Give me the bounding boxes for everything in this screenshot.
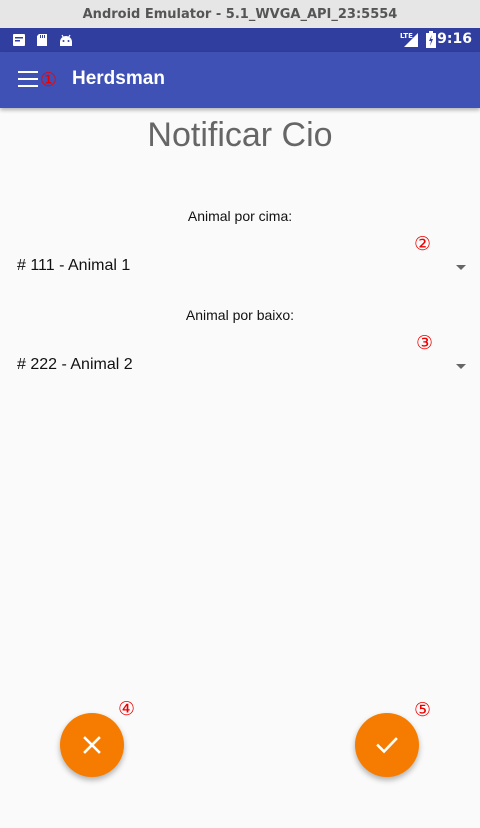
bottom-animal-selected: # 222 - Animal 2 [17, 356, 133, 373]
menu-icon[interactable] [18, 71, 38, 87]
bottom-animal-dropdown[interactable]: # 222 - Animal 2 [0, 348, 480, 384]
dropdown-arrow-icon [456, 364, 466, 369]
confirm-button[interactable] [355, 713, 419, 777]
field-label-bottom-animal: Animal por baixo: [185, 307, 295, 323]
app-title: Herdsman [72, 68, 165, 89]
annotation-marker-5: ⑤ [414, 699, 432, 721]
annotation-marker-1: ① [40, 69, 58, 91]
network-type-label: LTE [400, 32, 413, 40]
top-animal-dropdown[interactable]: # 111 - Animal 1 [0, 249, 480, 285]
dropdown-arrow-icon [456, 265, 466, 270]
app-bar: ① Herdsman [0, 52, 480, 108]
android-icon [59, 32, 73, 51]
status-bar: LTE 9:16 [0, 28, 480, 52]
cancel-button[interactable] [60, 713, 124, 777]
page-title: Notificar Cio [147, 116, 333, 154]
status-time: 9:16 [437, 31, 472, 47]
check-icon [376, 737, 398, 754]
field-label-top-animal: Animal por cima: [187, 208, 293, 224]
emulator-title-bar: Android Emulator - 5.1_WVGA_API_23:5554 [0, 0, 480, 28]
top-animal-selected: # 111 - Animal 1 [17, 257, 131, 274]
sd-card-icon [36, 32, 48, 51]
lte-signal-icon: LTE [400, 31, 420, 52]
notification-icon [12, 32, 26, 51]
battery-icon [426, 31, 436, 52]
annotation-marker-4: ④ [118, 698, 136, 720]
close-icon [83, 736, 101, 754]
